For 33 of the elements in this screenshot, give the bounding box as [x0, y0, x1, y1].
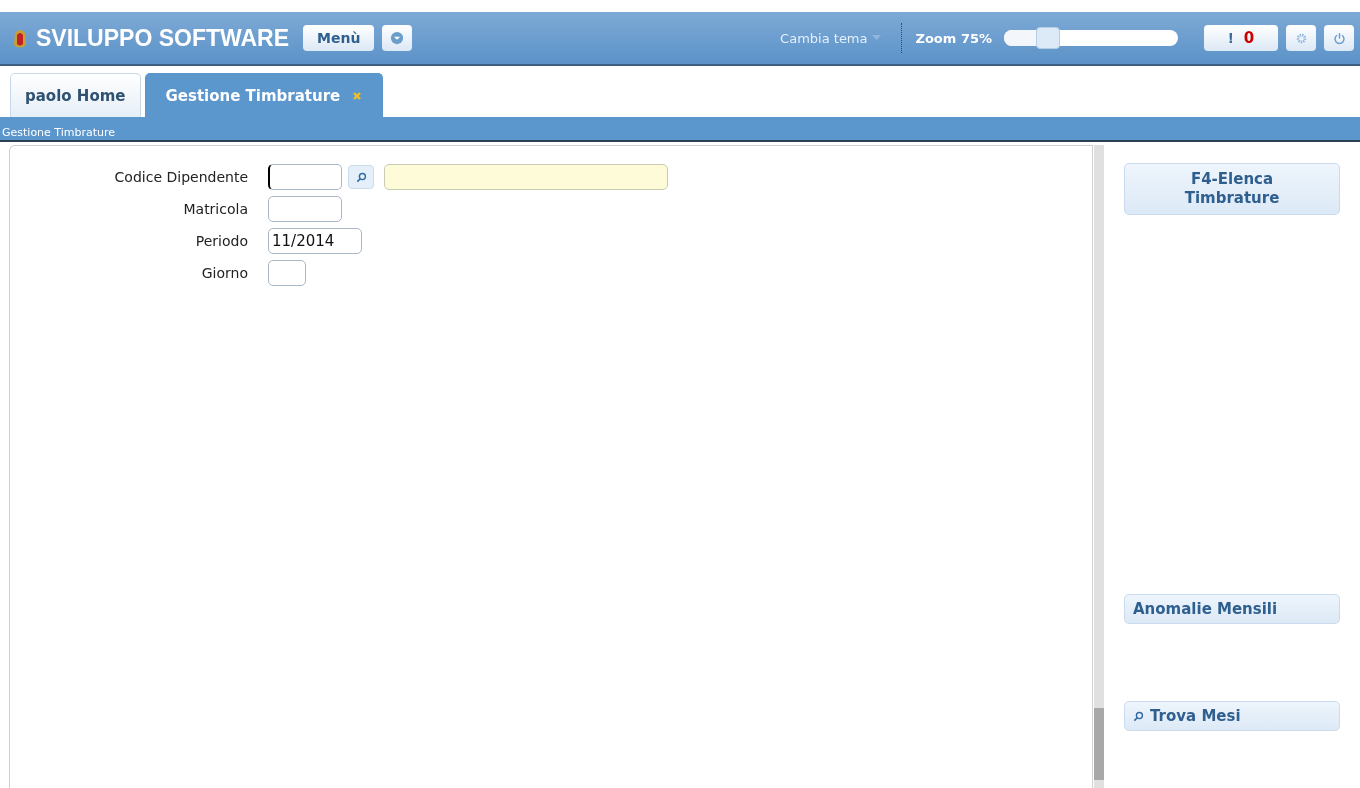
- settings-button[interactable]: [1286, 25, 1316, 51]
- power-button[interactable]: [1324, 25, 1354, 51]
- caret-icon: [871, 35, 881, 41]
- alerts-button[interactable]: ! 0: [1204, 25, 1278, 51]
- input-field[interactable]: [268, 164, 342, 190]
- scrollbar[interactable]: [1094, 145, 1104, 788]
- zoom-label: Zoom 75%: [915, 30, 992, 46]
- field-label: Periodo: [194, 233, 248, 249]
- power-icon: [1332, 31, 1346, 45]
- action-button[interactable]: F4-Elenca Timbrature: [1124, 163, 1340, 215]
- input-field[interactable]: [268, 196, 342, 222]
- tab[interactable]: paolo Home: [10, 73, 141, 117]
- app-title: SVILUPPO SOFTWARE: [36, 24, 290, 52]
- search-icon: [355, 171, 367, 183]
- menu-button[interactable]: Menù: [303, 25, 375, 51]
- slider-thumb[interactable]: [1035, 27, 1060, 49]
- tab[interactable]: Gestione Timbrature: [144, 73, 384, 117]
- breadcrumb: Gestione Timbrature: [2, 126, 116, 140]
- search-icon: [1133, 710, 1144, 722]
- action-button[interactable]: Anomalie Mensili: [1124, 594, 1340, 624]
- input-field[interactable]: 11/2014: [268, 228, 362, 254]
- crest-icon: [12, 27, 28, 49]
- input-field[interactable]: [268, 260, 306, 286]
- zoom-slider[interactable]: [1004, 30, 1178, 46]
- search-button[interactable]: [348, 165, 374, 189]
- dropdown-button[interactable]: [382, 25, 413, 51]
- chevron-down-icon: [390, 31, 405, 45]
- gear-icon: [1295, 32, 1307, 44]
- action-button[interactable]: Trova Mesi: [1124, 701, 1340, 731]
- field-label: Codice Dipendente: [113, 169, 248, 185]
- close-icon[interactable]: [352, 90, 363, 101]
- field-label: Giorno: [200, 265, 248, 281]
- field-label: Matricola: [182, 201, 248, 217]
